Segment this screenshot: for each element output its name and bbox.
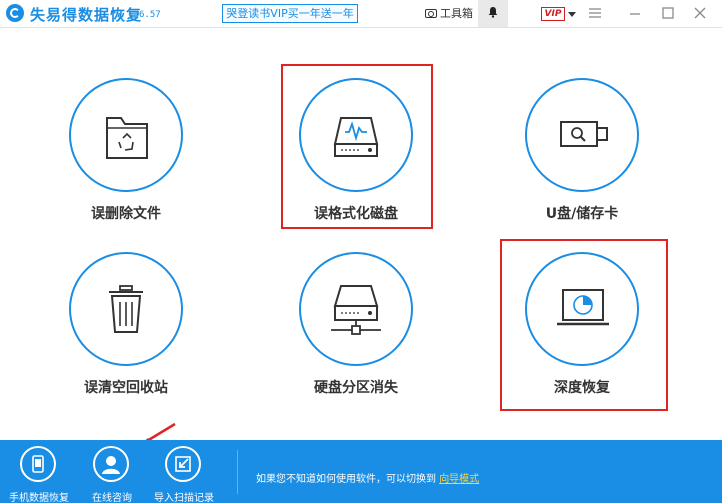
toolbox-button[interactable]: 工具箱 [425,5,473,21]
trash-bin-icon [109,285,143,333]
user-avatar-icon [102,456,120,474]
card-deleted-files[interactable]: 误删除文件 [34,78,214,248]
card-label: 误清空回收站 [84,380,168,396]
online-consult-button[interactable]: 在线咨询 [78,446,148,504]
card-label: 硬盘分区消失 [314,380,398,396]
folder-recycle-icon [106,117,148,159]
wizard-hint: 如果您不知道如何使用软件，可以切换到 向导模式 [256,470,479,485]
title-bar: 失易得数据恢复 6.57 哭登读书VIP买一年送一年 工具箱 VIP [0,0,722,28]
vip-menu-button[interactable]: VIP [541,7,576,21]
footer-bar: 手机数据恢复 在线咨询 导入扫描记录 如果您不知道如何使用软件，可以切换到 向导… [0,440,722,504]
card-circle [525,78,639,192]
footer-circle [165,446,201,482]
menu-icon[interactable] [585,4,605,22]
import-scan-record-button[interactable]: 导入扫描记录 [150,446,220,504]
app-logo-icon [6,4,24,22]
minimize-icon[interactable] [625,4,645,22]
card-circle [69,78,183,192]
close-icon[interactable] [690,4,710,22]
app-title: 失易得数据恢复 [30,6,143,24]
chevron-down-icon [568,11,576,17]
card-recycle-bin[interactable]: 误清空回收站 [34,252,214,422]
card-lost-partition[interactable]: 硬盘分区消失 [264,252,444,422]
highlight-box [500,239,668,411]
maximize-icon[interactable] [658,4,678,22]
wizard-hint-text: 如果您不知道如何使用软件，可以切换到 [256,474,436,485]
card-label: U盘/储存卡 [545,206,619,222]
card-circle [69,252,183,366]
phone-icon [32,455,44,473]
toolbox-icon [425,8,437,18]
footer-label: 手机数据恢复 [9,493,69,504]
card-label: 误删除文件 [91,206,161,222]
bell-icon [488,7,498,18]
card-circle [299,252,413,366]
hard-drive-network-icon [331,285,381,335]
footer-label: 导入扫描记录 [154,493,214,504]
footer-circle [93,446,129,482]
app-version: 6.57 [139,10,161,20]
phone-recovery-button[interactable]: 手机数据恢复 [5,446,75,504]
wizard-mode-link[interactable]: 向导模式 [439,474,479,485]
footer-divider [237,450,238,494]
import-icon [175,456,191,472]
card-usb-storage[interactable]: U盘/储存卡 [490,78,670,248]
notification-button[interactable] [478,0,508,27]
footer-circle [20,446,56,482]
usb-drive-icon [560,121,608,147]
toolbox-label: 工具箱 [440,7,473,20]
highlight-box [281,64,433,229]
vip-promo-button[interactable]: 哭登读书VIP买一年送一年 [222,4,358,23]
vip-badge: VIP [541,7,565,21]
